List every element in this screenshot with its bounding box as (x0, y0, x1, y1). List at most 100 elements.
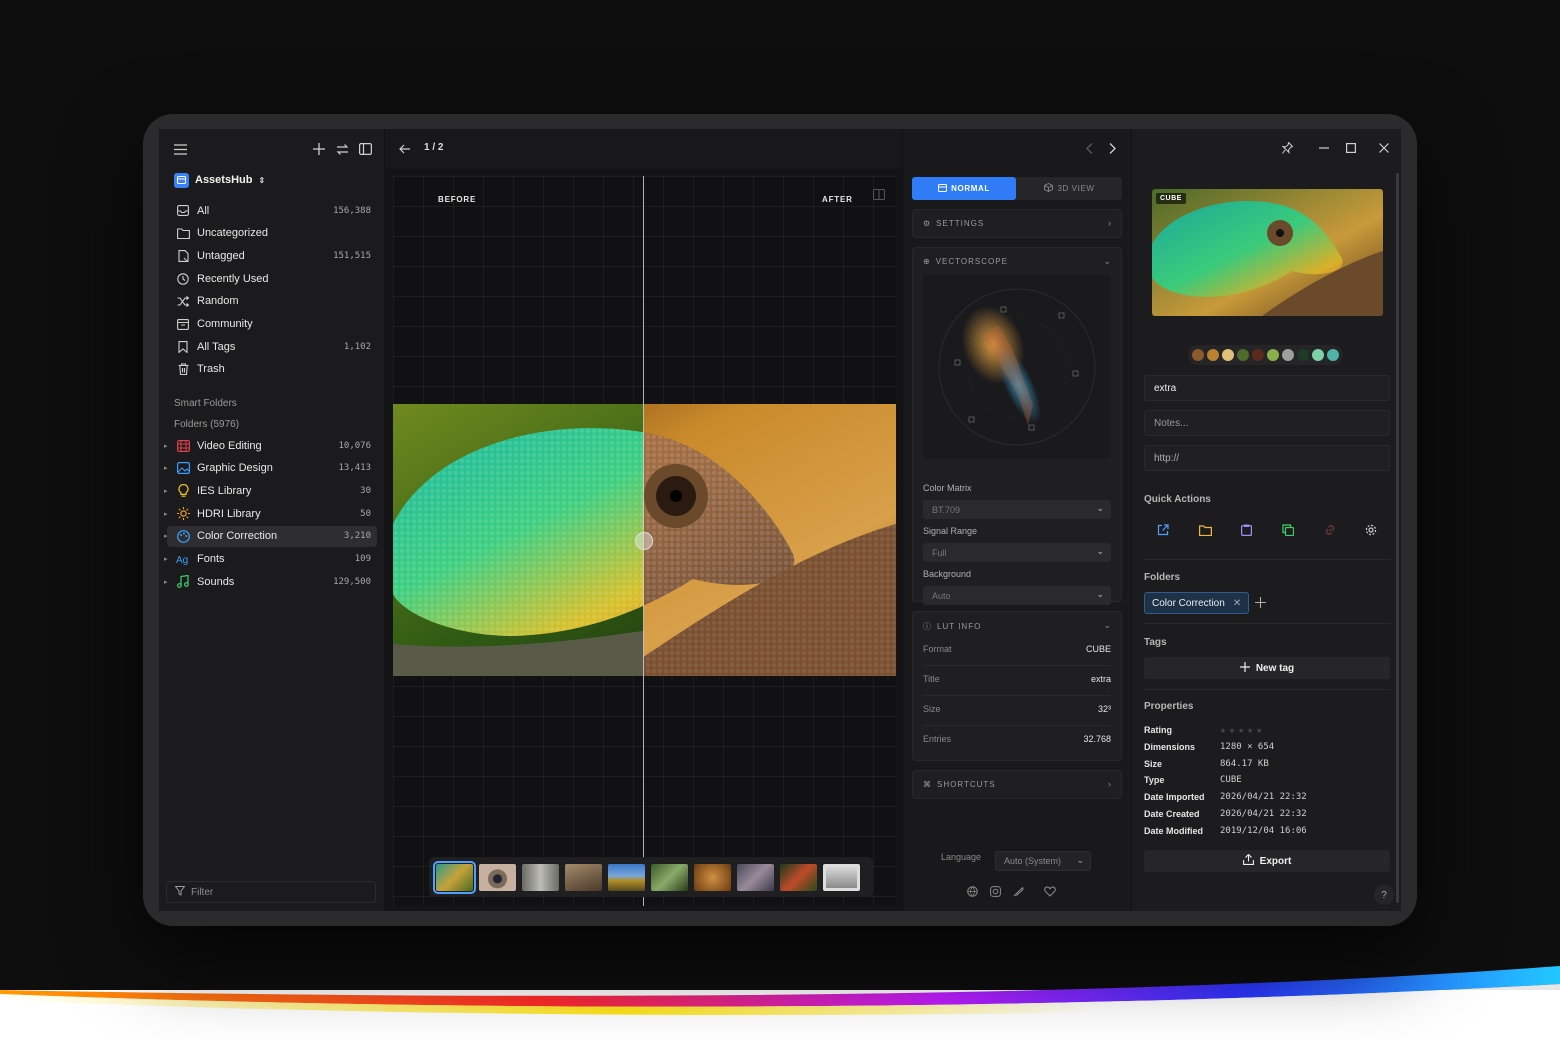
sidebar-item-random[interactable]: Random (167, 291, 377, 312)
background-select[interactable]: Auto ⌄ (923, 586, 1111, 605)
chevron-left-icon[interactable] (1080, 139, 1098, 157)
expand-caret-icon[interactable]: ▸ (164, 578, 168, 586)
settings-panel[interactable]: ⚙ SETTINGS › (912, 209, 1122, 238)
back-arrow-icon[interactable] (396, 140, 414, 158)
instagram-icon[interactable] (990, 884, 1001, 898)
thumbnail[interactable] (608, 863, 645, 891)
open-external-icon[interactable] (1155, 522, 1171, 538)
library-switcher[interactable]: AssetsHub ⇕ (174, 171, 265, 189)
compare-canvas[interactable]: BEFORE AFTER (393, 176, 896, 906)
asset-preview[interactable]: CUBE (1152, 189, 1383, 316)
color-swatch[interactable] (1237, 349, 1249, 361)
3d-view-button[interactable]: 3D VIEW (1017, 177, 1122, 200)
folder-item-ies-library[interactable]: ▸ IES Library 30 (164, 480, 377, 501)
link-icon[interactable] (1322, 522, 1338, 538)
chevron-right-icon[interactable] (1103, 139, 1121, 157)
thumbnail[interactable] (694, 863, 731, 891)
thumbnail[interactable] (737, 863, 774, 891)
folder-item-graphic-design[interactable]: ▸ Graphic Design 13,413 (164, 458, 377, 479)
swap-icon[interactable] (333, 140, 351, 158)
maximize-icon[interactable] (1342, 139, 1360, 157)
chevron-down-icon[interactable]: ⌄ (1103, 256, 1111, 267)
expand-caret-icon[interactable]: ▸ (164, 464, 168, 472)
thumbnail[interactable] (433, 860, 476, 894)
sidebar-item-untagged[interactable]: Untagged 151,515 (167, 245, 377, 266)
star-icon[interactable]: ★ (1256, 725, 1262, 736)
folder-item-color-correction[interactable]: ▸ Color Correction 3,210 (164, 525, 377, 547)
thumbnail[interactable] (780, 863, 817, 891)
sidebar-item-community[interactable]: Community (167, 314, 377, 335)
copy-icon[interactable] (1280, 522, 1296, 538)
thumbnail[interactable] (651, 863, 688, 891)
export-button[interactable]: Export (1144, 850, 1390, 872)
close-icon[interactable]: ✕ (1233, 598, 1241, 609)
language-select[interactable]: Auto (System) ⌄ (995, 851, 1091, 871)
star-icon[interactable]: ★ (1229, 725, 1235, 736)
folder-item-video-editing[interactable]: ▸ Video Editing 10,076 (164, 435, 377, 456)
star-icon[interactable]: ★ (1220, 725, 1226, 736)
settings-gear-icon[interactable] (1363, 522, 1379, 538)
color-swatch[interactable] (1267, 349, 1279, 361)
sidebar-item-recently-used[interactable]: Recently Used (167, 268, 377, 289)
color-swatch[interactable] (1252, 349, 1264, 361)
chevron-down-icon[interactable]: ⌄ (1103, 620, 1111, 631)
color-swatch[interactable] (1327, 349, 1339, 361)
signal-range-select[interactable]: Full ⌄ (923, 543, 1111, 562)
clipboard-icon[interactable] (1238, 522, 1254, 538)
color-swatch[interactable] (1312, 349, 1324, 361)
url-input[interactable]: http:// (1144, 445, 1390, 471)
folder-open-icon[interactable] (1197, 522, 1213, 538)
expand-caret-icon[interactable]: ▸ (164, 487, 168, 495)
sidebar-item-trash[interactable]: Trash (167, 359, 377, 380)
sidebar-item-all-tags[interactable]: All Tags 1,102 (167, 336, 377, 357)
thumbnail[interactable] (565, 863, 602, 891)
color-swatch[interactable] (1297, 349, 1309, 361)
folder-item-fonts[interactable]: ▸ Ag Fonts 109 (164, 549, 377, 570)
color-swatch[interactable] (1282, 349, 1294, 361)
sidebar-toggle-icon[interactable] (356, 140, 374, 158)
feather-icon[interactable] (1013, 884, 1024, 898)
notes-input[interactable]: Notes... (1144, 410, 1390, 436)
sidebar-item-all[interactable]: All 156,388 (167, 200, 377, 221)
split-view-icon[interactable] (873, 187, 885, 205)
close-icon[interactable] (1375, 139, 1393, 157)
color-swatch[interactable] (1222, 349, 1234, 361)
compare-handle[interactable] (635, 532, 653, 550)
folder-chip[interactable]: Color Correction ✕ (1144, 592, 1250, 614)
menu-icon[interactable] (171, 140, 189, 158)
sidebar-item-uncategorized[interactable]: Uncategorized (167, 223, 377, 244)
color-matrix-select[interactable]: BT.709 ⌄ (923, 500, 1111, 519)
shortcuts-panel[interactable]: ⌘ SHORTCUTS › (912, 770, 1122, 799)
heart-icon[interactable] (1044, 884, 1056, 898)
expand-caret-icon[interactable]: ▸ (164, 532, 168, 540)
property-value: 2026/04/21 22:32 (1220, 792, 1307, 803)
star-icon[interactable]: ★ (1238, 725, 1244, 736)
pin-icon[interactable] (1278, 139, 1296, 157)
normal-view-button[interactable]: NORMAL (912, 177, 1016, 200)
expand-caret-icon[interactable]: ▸ (164, 555, 168, 563)
vectorscope-header[interactable]: ⊕ VECTORSCOPE (923, 257, 1008, 266)
expand-caret-icon[interactable]: ▸ (164, 510, 168, 518)
new-tag-button[interactable]: New tag (1144, 657, 1390, 679)
sidebar-item-count: 156,388 (333, 205, 371, 216)
folder-item-hdri-library[interactable]: ▸ HDRI Library 50 (164, 503, 377, 524)
scrollbar[interactable] (1396, 173, 1399, 903)
folder-item-sounds[interactable]: ▸ Sounds 129,500 (164, 571, 377, 592)
minimize-icon[interactable] (1315, 139, 1333, 157)
smart-folders-label[interactable]: Smart Folders (174, 398, 237, 409)
plus-icon[interactable] (310, 140, 328, 158)
folders-label[interactable]: Folders (5976) (174, 419, 239, 430)
asset-name-input[interactable]: extra (1144, 375, 1390, 401)
thumbnail[interactable] (479, 863, 516, 891)
thumbnail[interactable] (522, 863, 559, 891)
lut-info-header[interactable]: ⓘ LUT INFO (923, 621, 981, 632)
add-folder-icon[interactable] (1255, 595, 1266, 613)
help-button[interactable]: ? (1374, 885, 1394, 905)
expand-caret-icon[interactable]: ▸ (164, 442, 168, 450)
globe-icon[interactable] (967, 884, 978, 898)
color-swatch[interactable] (1207, 349, 1219, 361)
color-swatch[interactable] (1192, 349, 1204, 361)
filter-input[interactable]: Filter (166, 881, 376, 903)
thumbnail[interactable] (823, 863, 860, 891)
star-icon[interactable]: ★ (1247, 725, 1253, 736)
